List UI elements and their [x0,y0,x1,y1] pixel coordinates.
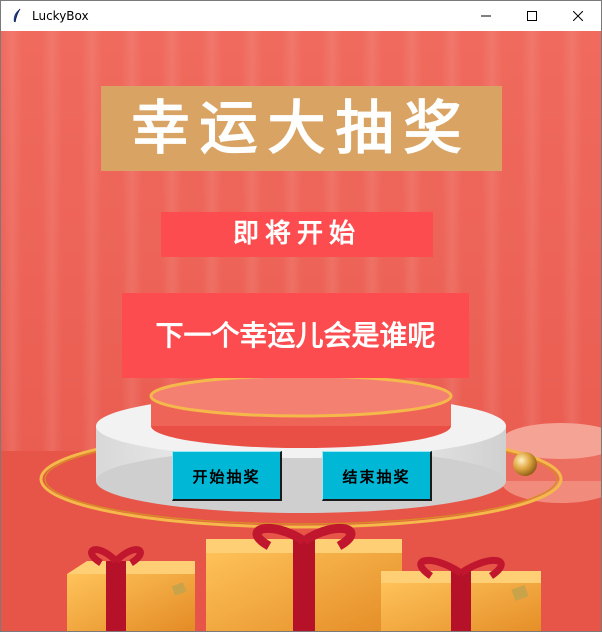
maximize-button[interactable] [509,1,555,31]
feather-icon [9,8,25,24]
close-button[interactable] [555,1,601,31]
lottery-title-banner: 幸运大抽奖 [101,86,502,171]
stop-draw-button[interactable]: 结束抽奖 [322,451,432,501]
window-title: LuckyBox [32,9,89,23]
winner-display: 下一个幸运儿会是谁呢 [122,293,469,378]
lottery-canvas: 幸运大抽奖 即将开始 下一个幸运儿会是谁呢 开始抽奖 结束抽奖 [1,31,601,631]
minimize-icon [481,15,491,17]
title-bar[interactable]: LuckyBox [1,1,601,31]
minimize-button[interactable] [463,1,509,31]
close-icon [573,11,583,21]
status-label: 即将开始 [161,212,433,257]
app-window: LuckyBox 幸运大抽奖 即将开始 下一个幸运儿会是谁呢 开始抽奖 结束抽奖 [0,0,602,632]
maximize-icon [527,11,537,21]
start-draw-button[interactable]: 开始抽奖 [172,451,282,501]
